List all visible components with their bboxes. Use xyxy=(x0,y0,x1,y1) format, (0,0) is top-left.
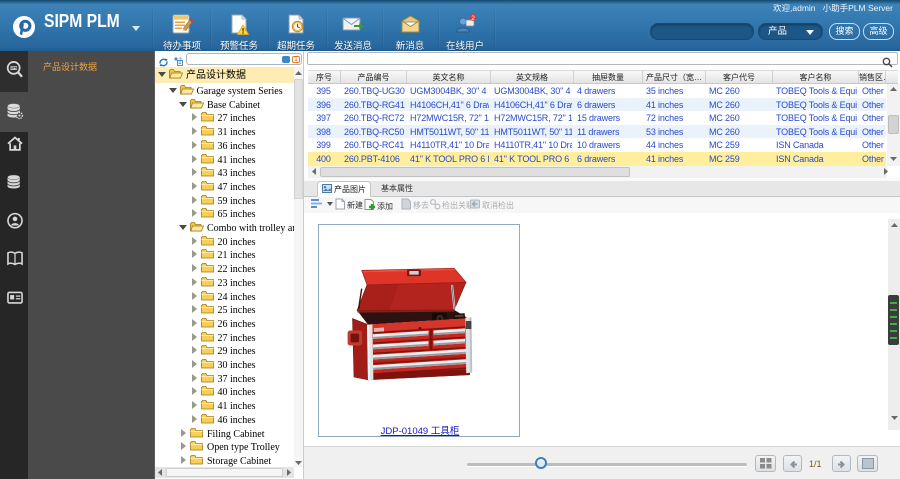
svg-text:SIPM: SIPM xyxy=(10,66,18,70)
svg-text:2: 2 xyxy=(471,15,475,22)
